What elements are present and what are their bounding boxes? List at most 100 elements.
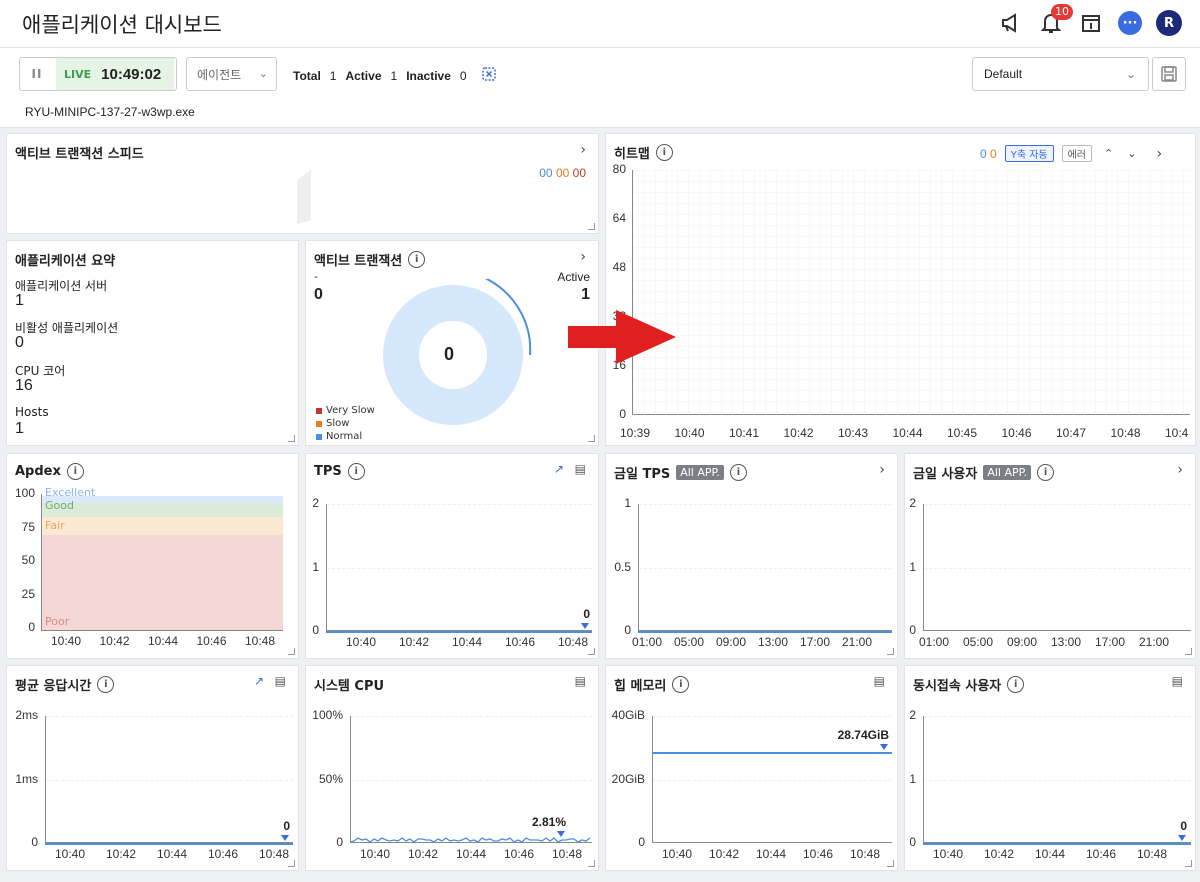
inactive-label: Inactive: [406, 68, 451, 83]
chat-icon[interactable]: ···: [1118, 11, 1142, 35]
line-chart-icon[interactable]: ↗: [554, 462, 564, 476]
y-tick-label: 64: [612, 211, 626, 225]
heatmap-grid[interactable]: [632, 170, 1191, 415]
info-icon[interactable]: i: [1037, 464, 1055, 481]
chevron-right-icon[interactable]: ›: [580, 249, 586, 265]
x-tick-label: 17:00: [1095, 635, 1126, 649]
chevron-up-icon[interactable]: ⌃: [1104, 147, 1113, 160]
panel-title: TPS: [314, 464, 342, 479]
x-tick-label: 13:00: [758, 635, 789, 649]
x-tick-label: 09:00: [1007, 635, 1038, 649]
resize-handle[interactable]: [887, 860, 894, 867]
series-line: [45, 843, 293, 845]
avatar[interactable]: R: [1156, 10, 1182, 36]
agent-select[interactable]: 에이전트 ⌄: [186, 57, 277, 91]
gridline: [327, 504, 592, 505]
last-value-marker: [557, 831, 565, 838]
layout-select-value: Default: [984, 67, 1023, 81]
notice-board-icon[interactable]: [1078, 10, 1104, 36]
panel-title: 힙 메모리: [614, 679, 667, 694]
last-value-label: 0: [583, 607, 590, 621]
notification-bell-icon[interactable]: 10: [1038, 4, 1073, 36]
panel-title: 액티브 트랜잭션: [314, 254, 403, 269]
chart-plot[interactable]: [923, 716, 1191, 843]
panel-title-row: 금일 사용자 All APP. i: [913, 463, 1055, 482]
chevron-down-icon: ⌄: [258, 67, 268, 80]
live-label: LIVE: [64, 67, 92, 81]
x-tick-label: 10:48: [850, 847, 881, 861]
apdex-panel: Apdex i Excellent Good Fair Poor 100 75 50 2…: [6, 453, 299, 659]
info-icon[interactable]: i: [66, 463, 84, 480]
legend-label: Very Slow: [326, 405, 375, 416]
x-tick-label: 01:00: [919, 635, 950, 649]
last-value-label: 2.81%: [531, 815, 566, 830]
series-line: [326, 631, 592, 633]
last-value-marker: [281, 835, 289, 841]
x-tick-label: 10:48: [558, 635, 589, 649]
area-chart-icon[interactable]: ▤: [874, 674, 885, 688]
app-summary-panel: 애플리케이션 요약 애플리케이션 서버 1 비활성 애플리케이션 0 CPU 코…: [6, 240, 299, 446]
resize-handle[interactable]: [588, 860, 595, 867]
last-value-marker: [581, 623, 589, 629]
area-chart-icon[interactable]: ▤: [575, 462, 586, 476]
resize-handle[interactable]: [588, 223, 595, 230]
all-app-badge: All APP.: [983, 465, 1032, 480]
resize-handle[interactable]: [288, 435, 295, 442]
right-label: Active: [557, 270, 590, 284]
panel-title-row: 힙 메모리 i: [614, 675, 690, 694]
gridline: [46, 716, 293, 717]
chevron-down-icon[interactable]: ⌄: [1127, 147, 1136, 160]
layout-select[interactable]: Default ⌄: [972, 57, 1149, 91]
info-icon[interactable]: i: [347, 463, 365, 480]
area-chart-icon[interactable]: ▤: [575, 674, 586, 688]
resize-handle[interactable]: [1185, 648, 1192, 655]
resize-handle[interactable]: [288, 860, 295, 867]
info-icon[interactable]: i: [729, 464, 747, 481]
apdex-plot[interactable]: Excellent Good Fair Poor: [41, 486, 283, 631]
chevron-right-icon[interactable]: ›: [580, 142, 586, 158]
x-tick-label: 10:48: [1110, 426, 1141, 440]
chevron-right-icon[interactable]: ›: [879, 462, 885, 478]
y-tick-label: 0: [624, 623, 631, 637]
chart-plot[interactable]: [923, 504, 1191, 631]
x-tick-label: 10:42: [399, 635, 430, 649]
chart-plot[interactable]: [326, 504, 592, 631]
y-tick-label: 1: [312, 559, 319, 574]
y-tick-label: 20GiB: [611, 771, 645, 786]
info-icon[interactable]: i: [655, 144, 673, 161]
resize-handle[interactable]: [288, 648, 295, 655]
live-indicator[interactable]: LIVE 10:49:02: [56, 58, 174, 90]
chart-plot[interactable]: [45, 716, 293, 843]
active-tx-donut[interactable]: [382, 279, 534, 431]
y-auto-toggle[interactable]: Y축 자동: [1004, 145, 1054, 162]
chart-plot[interactable]: [638, 504, 892, 631]
resize-handle[interactable]: [1185, 860, 1192, 867]
x-tick-label: 10:42: [709, 847, 740, 861]
x-tick-label: 10:40: [360, 847, 391, 861]
x-tick-label: 17:00: [800, 635, 831, 649]
y-tick-label: 0.5: [614, 559, 631, 574]
error-toggle[interactable]: 에러: [1061, 145, 1093, 162]
info-icon[interactable]: i: [97, 676, 115, 693]
pause-button[interactable]: II: [20, 58, 54, 90]
info-icon[interactable]: i: [408, 251, 426, 268]
active-value: 1: [390, 68, 398, 83]
info-icon[interactable]: i: [672, 676, 690, 693]
summary-value: 1: [15, 420, 24, 437]
megaphone-icon[interactable]: [998, 10, 1024, 36]
line-chart-icon[interactable]: ↗: [254, 674, 264, 688]
resize-handle[interactable]: [588, 435, 595, 442]
agent-counts: Total 1 Active 1 Inactive 0: [293, 67, 496, 84]
heatmap-panel: 히트맵 i 0 0 Y축 자동 에러 ⌃ ⌄ › 8064483216010:3…: [605, 133, 1196, 446]
filter-clear-icon[interactable]: [481, 67, 496, 84]
area-chart-icon[interactable]: ▤: [275, 674, 286, 688]
save-button[interactable]: [1152, 57, 1186, 91]
x-tick-label: 10:46: [504, 847, 535, 861]
info-icon[interactable]: i: [1007, 676, 1025, 693]
resize-handle[interactable]: [887, 648, 894, 655]
chevron-right-icon[interactable]: ›: [1156, 146, 1162, 162]
area-chart-icon[interactable]: ▤: [1172, 674, 1183, 688]
panel-title: 금일 사용자: [913, 467, 978, 482]
chevron-right-icon[interactable]: ›: [1177, 462, 1183, 478]
resize-handle[interactable]: [588, 648, 595, 655]
